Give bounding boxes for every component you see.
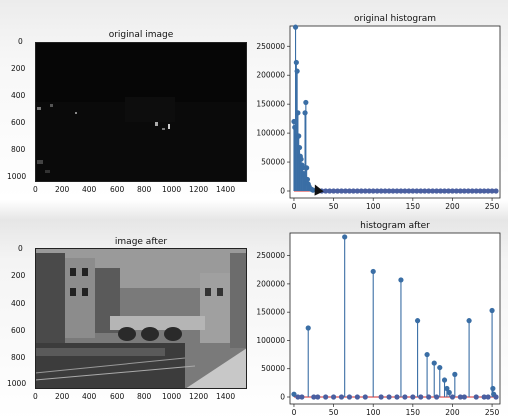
after-hist-xtick-label-3: 150	[406, 408, 421, 417]
after-hist-marker-31	[410, 394, 416, 400]
after-hist-marker-11	[446, 389, 452, 396]
after-hist-xtick-label-4: 200	[445, 408, 460, 417]
after-hist-marker-40	[485, 394, 491, 400]
after-hist-marker-33	[426, 394, 432, 400]
after-hist-marker-3	[370, 268, 376, 275]
after-hist-ytick-label-5: 250000	[256, 251, 285, 260]
after-hist-marker-34	[434, 394, 440, 400]
after-hist-marker-35	[449, 394, 456, 400]
after-hist-marker-37	[461, 394, 467, 400]
after-hist-marker-9	[441, 377, 448, 383]
after-hist-ytick-label-4: 200000	[256, 279, 285, 288]
after-hist-marker-15	[490, 385, 496, 392]
after-hist-marker-14	[489, 307, 495, 314]
after-hist-marker-4	[398, 277, 404, 283]
after-hist-marker-41	[493, 394, 499, 400]
after-hist-marker-23	[338, 394, 345, 400]
after-hist-marker-5	[414, 318, 421, 324]
after-hist-xtick-label-2: 100	[366, 408, 381, 417]
after-hist-marker-29	[394, 394, 400, 400]
after-hist-ytick-label-3: 150000	[256, 308, 285, 317]
after-hist-marker-21	[323, 394, 329, 400]
after-hist-ytick-label-0: 0	[280, 393, 285, 402]
after-hist-marker-12	[452, 371, 458, 377]
after-hist-ytick-label-1: 50000	[261, 364, 285, 373]
after-hist-marker-1	[305, 325, 311, 331]
after-hist-xtick-label-1: 50	[329, 408, 339, 417]
after-hist-marker-8	[437, 364, 443, 371]
after-hist-plot: 0 50000 100000 150000 200000 250000 0 50 100 150 2…	[256, 232, 501, 417]
after-hist-marker-28	[386, 394, 392, 400]
after-hist-marker-6	[424, 351, 430, 358]
after-hist-xtick-label-0: 0	[292, 408, 297, 417]
after-hist-marker-7	[431, 360, 437, 366]
after-hist-ytick-label-2: 100000	[256, 336, 285, 345]
after-hist-marker-22	[330, 394, 337, 400]
after-hist-marker-26	[362, 394, 368, 400]
after-hist-marker-30	[402, 394, 408, 400]
after-hist-marker-38	[473, 394, 479, 400]
after-hist-marker-2	[342, 234, 348, 240]
after-hist-marker-20	[315, 394, 321, 400]
after-hist-xtick-label-5: 250	[485, 408, 500, 417]
after-hist-marker-24	[346, 394, 353, 400]
after-hist-marker-27	[378, 394, 384, 400]
after-hist-marker-13	[466, 318, 472, 324]
after-hist-marker-25	[354, 394, 360, 400]
after-hist-marker-32	[418, 394, 424, 400]
after-hist-marker-18	[299, 394, 305, 400]
